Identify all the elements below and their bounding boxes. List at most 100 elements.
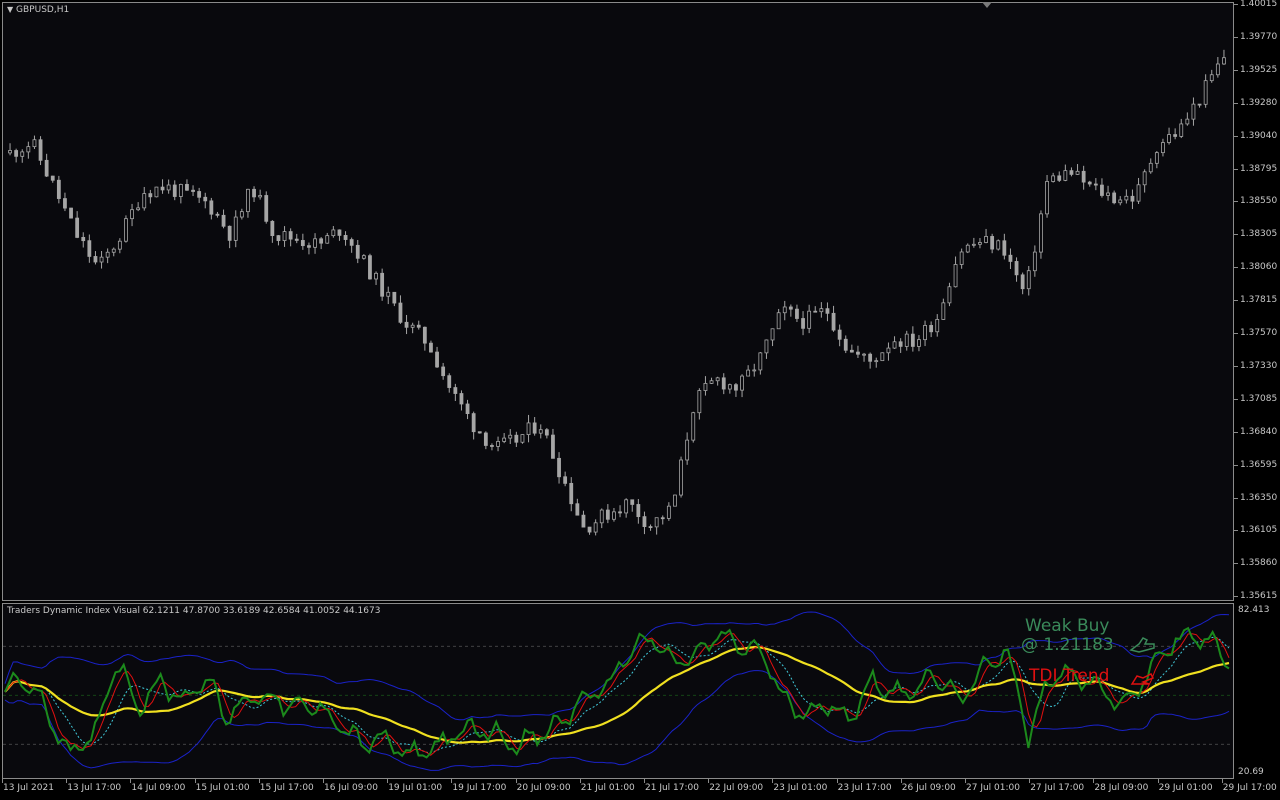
candle — [831, 305, 836, 332]
candle-body — [93, 256, 98, 263]
indicator-axis-min: 20.69 — [1238, 767, 1264, 777]
candle-body — [477, 431, 482, 434]
candle-body — [1179, 123, 1184, 137]
candle-body — [947, 286, 952, 304]
candle-body — [270, 220, 275, 237]
candle — [1081, 165, 1086, 190]
candle — [313, 233, 317, 254]
candle — [1075, 164, 1080, 175]
price-tick — [1234, 234, 1238, 236]
candle-body — [1075, 170, 1080, 175]
price-tick-label: 1.35615 — [1240, 591, 1278, 602]
candle — [459, 390, 464, 411]
candle-body — [282, 231, 287, 241]
candle — [520, 434, 525, 444]
candle — [551, 428, 555, 459]
candle-body — [1002, 240, 1007, 256]
price-tick-label: 1.39280 — [1240, 97, 1278, 108]
candle — [563, 471, 568, 487]
candle-body — [172, 184, 177, 197]
candle-body — [313, 238, 317, 248]
candle — [630, 499, 635, 512]
candle-body — [679, 459, 683, 496]
candle-body — [807, 310, 812, 329]
candle — [294, 233, 299, 244]
candle-body — [965, 244, 970, 253]
candle-body — [978, 242, 982, 245]
price-tick-label: 1.37330 — [1240, 360, 1278, 371]
price-tick — [1234, 497, 1238, 499]
candle — [1136, 177, 1141, 204]
weak-buy-price: @ 1.21183 — [1021, 635, 1114, 655]
candle — [618, 505, 622, 518]
candle — [38, 136, 43, 166]
candle-body — [654, 517, 659, 528]
price-tick — [1234, 563, 1238, 565]
time-tick-label: 27 Jul 17:00 — [1030, 783, 1085, 793]
candle-body — [1093, 183, 1098, 186]
candle — [727, 383, 732, 394]
candle-body — [837, 329, 842, 340]
candle — [307, 242, 311, 255]
candle — [50, 175, 55, 183]
candle-body — [618, 511, 622, 514]
candle — [374, 271, 378, 285]
candlestick-chart[interactable] — [3, 3, 1233, 600]
indicator-panel[interactable]: Traders Dynamic Index Visual 62.1211 47.… — [2, 603, 1234, 779]
candle — [874, 357, 879, 368]
candle-body — [14, 150, 19, 157]
candle — [331, 226, 336, 238]
candle — [361, 254, 366, 260]
candle — [185, 179, 189, 191]
candle — [8, 143, 12, 156]
candle-body — [1014, 261, 1019, 276]
candle — [819, 302, 824, 318]
candle — [1039, 210, 1043, 259]
candle — [666, 502, 671, 521]
candle — [1173, 128, 1178, 140]
candle — [483, 431, 488, 450]
candle-body — [587, 526, 592, 533]
candle-body — [532, 422, 537, 434]
candle-body — [502, 437, 507, 442]
candle — [965, 243, 970, 254]
candle-body — [111, 248, 116, 253]
candle-body — [996, 240, 1001, 250]
candle — [849, 344, 854, 353]
price-tick-label: 1.39525 — [1240, 64, 1278, 75]
candle — [227, 225, 232, 249]
candle-body — [862, 353, 866, 356]
time-tick-label: 28 Jul 09:00 — [1094, 783, 1149, 793]
candle — [971, 237, 976, 248]
time-tick-label: 29 Jul 01:00 — [1158, 783, 1213, 793]
candle-body — [148, 193, 153, 198]
symbol-label[interactable]: ▼ GBPUSD,H1 — [7, 5, 69, 15]
candle-body — [959, 251, 964, 265]
candle — [496, 436, 500, 452]
candle — [892, 336, 897, 349]
candle-body — [929, 325, 934, 333]
candle — [404, 314, 409, 335]
candle-body — [740, 375, 744, 391]
price-tick-label: 1.36105 — [1240, 525, 1278, 536]
candle — [410, 322, 415, 334]
candle — [343, 231, 348, 246]
candle — [20, 149, 25, 163]
indicator-label: Traders Dynamic Index Visual 62.1211 47.… — [7, 606, 381, 616]
price-tick-label: 1.38305 — [1240, 229, 1278, 240]
candle-body — [361, 255, 366, 259]
time-tick-label: 13 Jul 2021 — [3, 783, 54, 793]
candle — [477, 431, 482, 434]
time-tick-label: 15 Jul 17:00 — [259, 783, 314, 793]
chevron-down-icon[interactable]: ▼ — [7, 5, 13, 14]
candle — [349, 237, 354, 253]
candle — [1014, 257, 1019, 282]
candle — [691, 411, 696, 443]
thumbs-up-icon — [1129, 634, 1157, 658]
candle — [44, 153, 49, 178]
price-chart-panel[interactable]: ▼ GBPUSD,H1 — [2, 2, 1234, 601]
time-tick-label: 19 Jul 01:00 — [388, 783, 443, 793]
candle-body — [917, 339, 921, 347]
shift-marker-icon[interactable] — [982, 2, 992, 8]
candle-body — [154, 186, 159, 198]
